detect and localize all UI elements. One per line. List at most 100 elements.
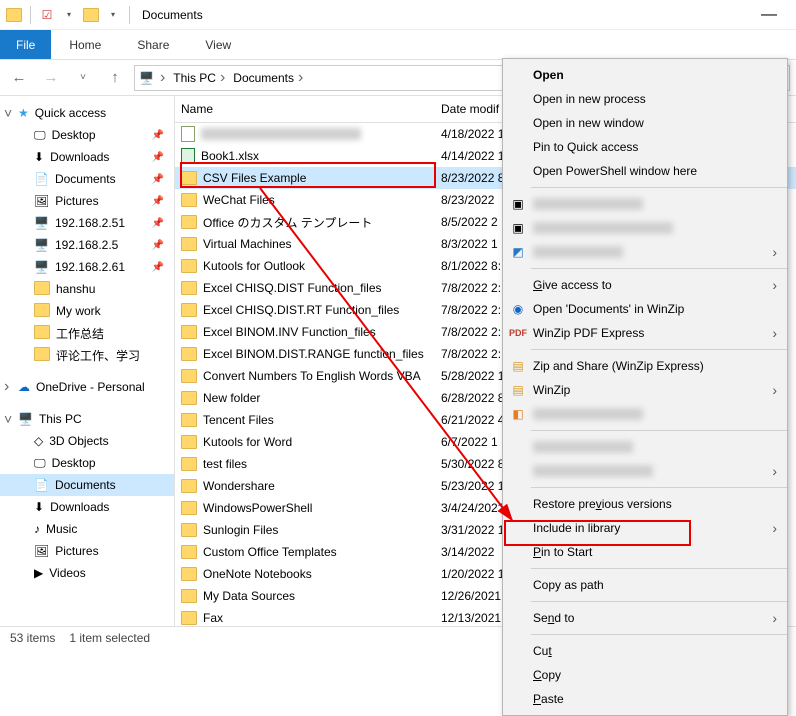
sidebar-item[interactable]: 🖥️192.168.2.61📌 [0, 256, 174, 278]
ctx-blurred-item[interactable]: ▣xxxxx [503, 192, 787, 216]
monitor-icon: 🖥️ [18, 412, 33, 426]
videos-icon: ▶ [34, 566, 43, 580]
file-name: Excel CHISQ.DIST.RT Function_files [203, 303, 399, 317]
properties-icon[interactable]: ☑ [37, 8, 57, 22]
ctx-blurred-item[interactable]: ◧xxxxx [503, 402, 787, 426]
folder-icon [181, 215, 197, 229]
file-name: Kutools for Word [203, 435, 292, 449]
desktop-icon: 🖵 [34, 128, 46, 143]
sidebar-item[interactable]: ◇3D Objects [0, 430, 174, 452]
file-name: Custom Office Templates [203, 545, 337, 559]
folder-icon [181, 523, 197, 537]
folder-icon [181, 479, 197, 493]
zip-icon: ▤ [509, 359, 527, 373]
sidebar-item[interactable]: 评论工作、学习 [0, 344, 174, 366]
documents-icon: 📄 [34, 172, 49, 186]
sidebar-item[interactable]: ▶Videos [0, 562, 174, 584]
nav-sidebar[interactable]: ˅ ★ Quick access 🖵Desktop📌⬇Downloads📌📄Do… [0, 96, 175, 626]
folder-icon [181, 545, 197, 559]
sidebar-item-label: Downloads [50, 500, 109, 514]
chevron-right-icon: › [772, 463, 777, 479]
ctx-include-library[interactable]: Include in library› [503, 516, 787, 540]
winzip-icon: ▤ [509, 383, 527, 397]
sidebar-item[interactable]: 🖼Pictures [0, 540, 174, 562]
sidebar-onedrive[interactable]: › ☁ OneDrive - Personal [0, 376, 174, 398]
qat-dropdown-icon[interactable]: ▾ [103, 10, 123, 19]
sidebar-item[interactable]: 🖥️192.168.2.5📌 [0, 234, 174, 256]
ctx-pin-start[interactable]: Pin to Start [503, 540, 787, 564]
objects-icon: ◇ [34, 434, 43, 448]
crumb-this-pc[interactable]: This PC› [171, 69, 229, 87]
tab-home[interactable]: Home [51, 30, 119, 59]
folder-icon [181, 391, 197, 405]
chevron-right-icon[interactable]: › [4, 378, 9, 396]
back-button[interactable]: ← [6, 65, 32, 91]
tab-share[interactable]: Share [119, 30, 187, 59]
minimize-button[interactable]: — [746, 6, 792, 24]
file-name: WindowsPowerShell [203, 501, 312, 515]
col-name[interactable]: Name [175, 96, 435, 122]
ctx-copy[interactable]: Copy [503, 663, 787, 687]
file-icon [181, 126, 195, 142]
folder-icon [181, 567, 197, 581]
ctx-blurred-item[interactable]: xxxxx› [503, 459, 787, 483]
ctx-send-to[interactable]: Send to› [503, 606, 787, 630]
sidebar-item[interactable]: 🖵Desktop📌 [0, 124, 174, 146]
context-menu: Open Open in new process Open in new win… [502, 58, 788, 716]
sidebar-item[interactable]: 🖼Pictures📌 [0, 190, 174, 212]
forward-button[interactable]: → [38, 65, 64, 91]
qat-dropdown-icon[interactable]: ▾ [59, 10, 79, 19]
sidebar-item[interactable]: ⬇Downloads📌 [0, 146, 174, 168]
ctx-pin-quick[interactable]: Pin to Quick access [503, 135, 787, 159]
sidebar-item[interactable]: ⬇Downloads [0, 496, 174, 518]
ctx-paste[interactable]: Paste [503, 687, 787, 711]
recent-dropdown[interactable]: ˅ [70, 65, 96, 91]
sidebar-item[interactable]: 🖵Desktop [0, 452, 174, 474]
up-button[interactable]: ↑ [102, 65, 128, 91]
ctx-open-docs-winzip[interactable]: ◉Open 'Documents' in WinZip [503, 297, 787, 321]
ctx-copy-as-path[interactable]: Copy as path [503, 573, 787, 597]
folder-icon [181, 193, 197, 207]
sidebar-item-label: Pictures [55, 544, 98, 558]
sidebar-item[interactable]: 📄Documents [0, 474, 174, 496]
sidebar-item[interactable]: My work [0, 300, 174, 322]
sidebar-item[interactable]: hanshu [0, 278, 174, 300]
ctx-winzip[interactable]: ▤WinZip› [503, 378, 787, 402]
ctx-cut[interactable]: Cut [503, 639, 787, 663]
pin-icon: 📌 [152, 218, 164, 229]
ctx-open-powershell[interactable]: Open PowerShell window here [503, 159, 787, 183]
pin-icon: 📌 [152, 240, 164, 251]
file-name: Excel BINOM.DIST.RANGE function_files [203, 347, 424, 361]
ctx-blurred-item[interactable]: ▣xxxxx [503, 216, 787, 240]
sidebar-item-label: 192.168.2.5 [55, 238, 118, 252]
chevron-down-icon[interactable]: ˅ [4, 105, 12, 121]
crumb-documents[interactable]: Documents› [231, 69, 307, 87]
title-bar: ☑ ▾ ▾ Documents — [0, 0, 796, 30]
ctx-blurred-item[interactable]: ◩xxxxx› [503, 240, 787, 264]
file-name: Book1.xlsx [201, 149, 259, 163]
ctx-winzip-pdf[interactable]: PDFWinZip PDF Express› [503, 321, 787, 345]
file-name: New folder [203, 391, 260, 405]
pin-icon: 📌 [152, 196, 164, 207]
sidebar-item[interactable]: 📄Documents📌 [0, 168, 174, 190]
sidebar-item[interactable]: 🖥️192.168.2.51📌 [0, 212, 174, 234]
sidebar-item-label: Desktop [52, 456, 96, 470]
sidebar-this-pc[interactable]: ˅ 🖥️ This PC [0, 408, 174, 430]
file-name: xxxxx [201, 128, 361, 140]
tab-view[interactable]: View [187, 30, 249, 59]
winzip-icon: ◉ [509, 302, 527, 316]
ctx-open-new-window[interactable]: Open in new window [503, 111, 787, 135]
chevron-down-icon[interactable]: ˅ [4, 411, 12, 427]
ctx-give-access[interactable]: Give access to› [503, 273, 787, 297]
ctx-restore-versions[interactable]: Restore previous versions [503, 492, 787, 516]
ctx-zip-share[interactable]: ▤Zip and Share (WinZip Express) [503, 354, 787, 378]
ctx-blurred-item[interactable]: xxxxx [503, 435, 787, 459]
folder-icon [181, 347, 197, 361]
sidebar-item-label: 工作总结 [56, 325, 104, 342]
sidebar-quick-access[interactable]: ˅ ★ Quick access [0, 102, 174, 124]
ctx-open-new-process[interactable]: Open in new process [503, 87, 787, 111]
sidebar-item[interactable]: 工作总结 [0, 322, 174, 344]
ctx-open[interactable]: Open [503, 63, 787, 87]
sidebar-item[interactable]: ♪Music [0, 518, 174, 540]
tab-file[interactable]: File [0, 30, 51, 59]
